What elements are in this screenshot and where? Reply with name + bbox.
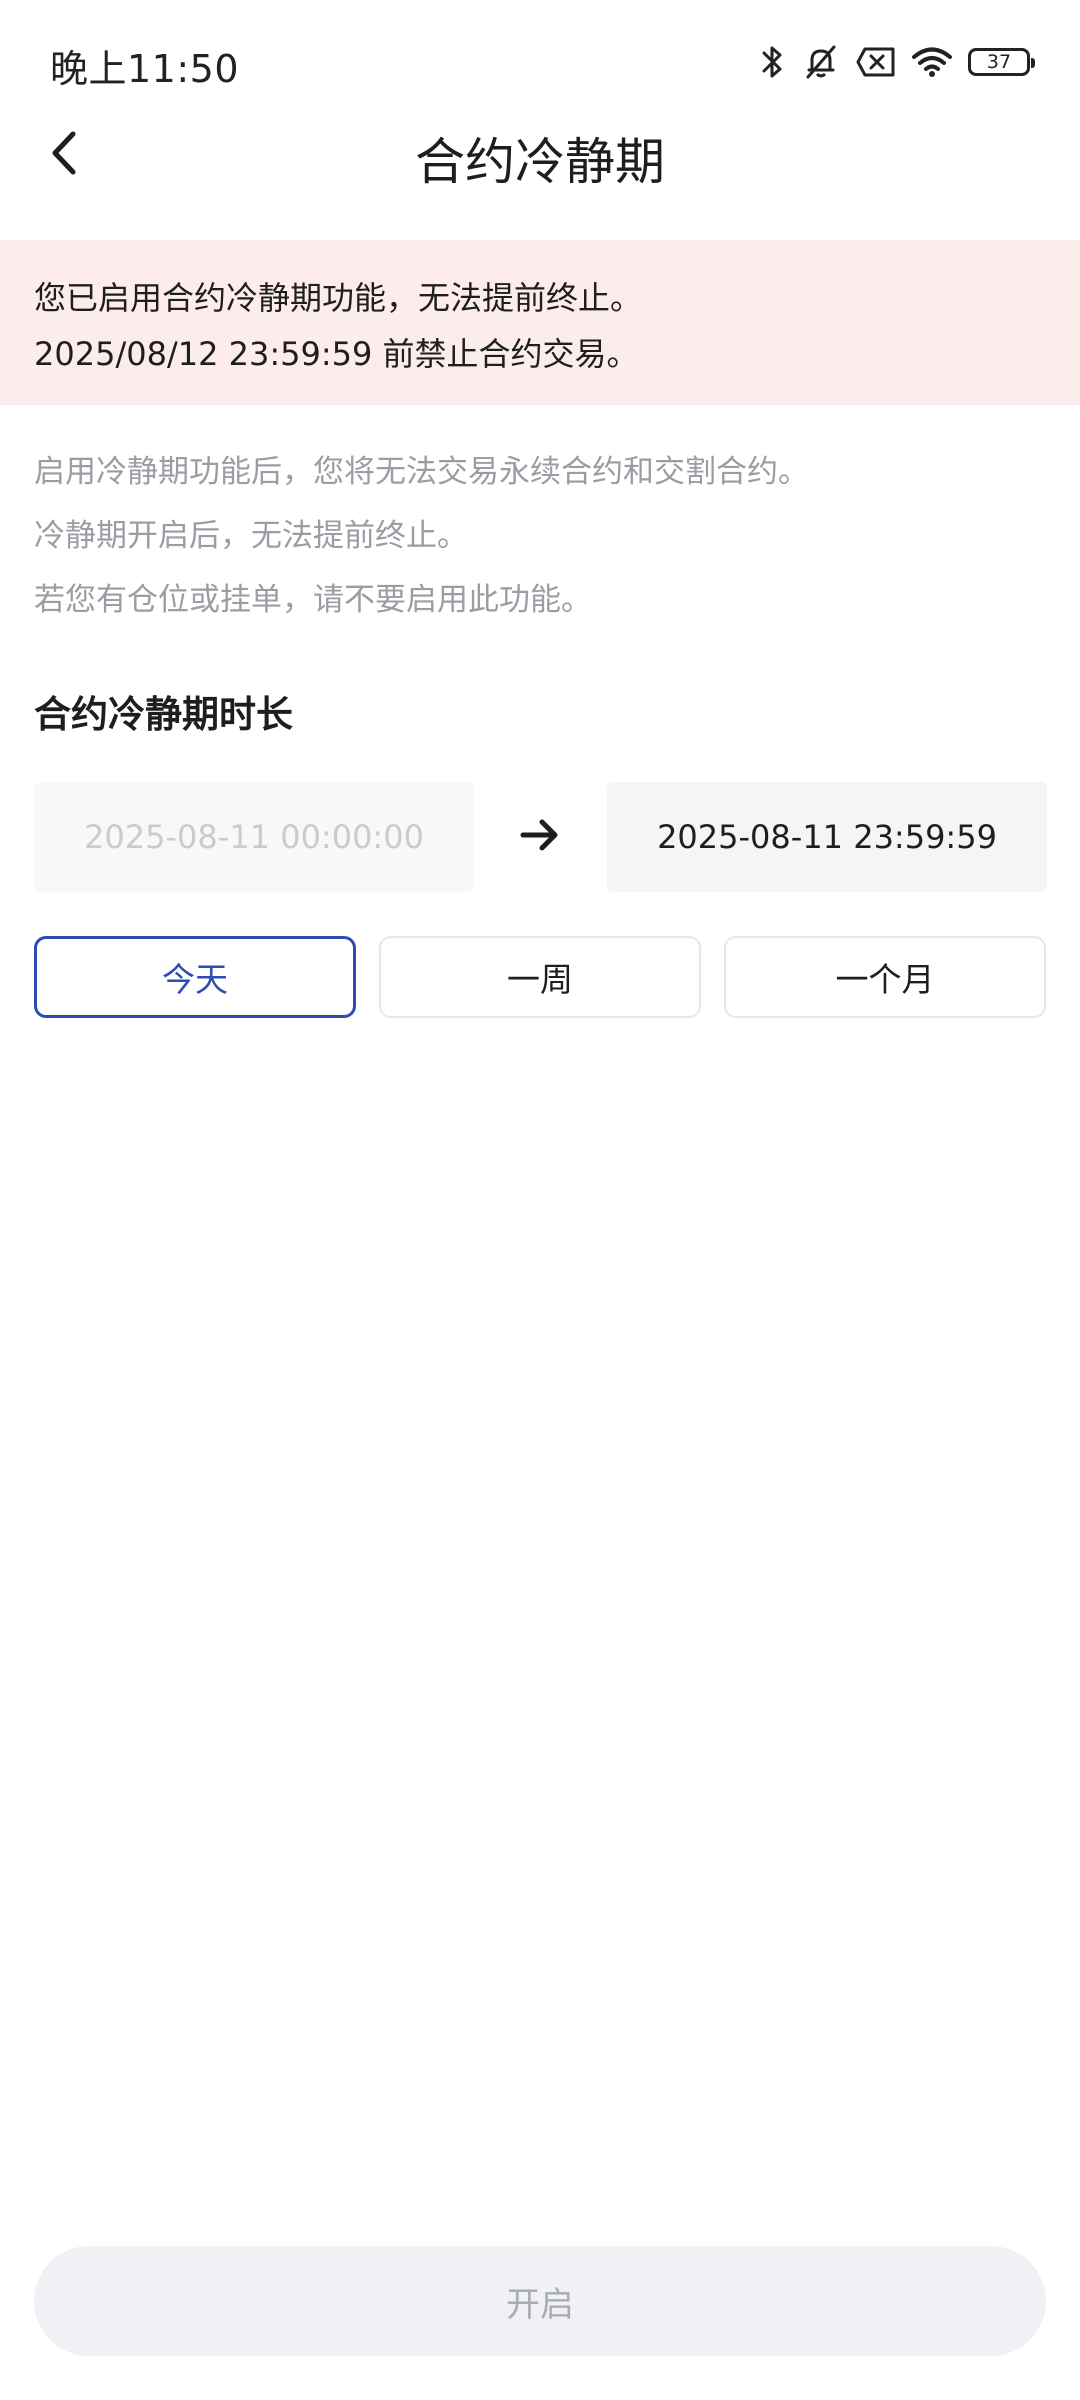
header: 合约冷静期 xyxy=(0,100,1080,210)
battery-icon: 37 xyxy=(968,48,1035,76)
period-month-button[interactable]: 一个月 xyxy=(724,936,1046,1018)
wifi-icon xyxy=(912,46,952,78)
period-today-button[interactable]: 今天 xyxy=(34,936,356,1018)
duration-title: 合约冷静期时长 xyxy=(34,693,293,736)
description-line: 冷静期开启后，无法提前终止。 xyxy=(34,518,468,554)
status-time: 晚上11:50 xyxy=(50,47,240,91)
warning-banner: 您已启用合约冷静期功能，无法提前终止。 2025/08/12 23:59:59 … xyxy=(0,240,1080,405)
description-line: 启用冷静期功能后，您将无法交易永续合约和交割合约。 xyxy=(34,454,809,490)
status-icons: 37 xyxy=(760,40,1035,84)
enable-button[interactable]: 开启 xyxy=(34,2246,1046,2356)
page-title: 合约冷静期 xyxy=(415,133,665,191)
end-date-field[interactable]: 2025-08-11 23:59:59 xyxy=(607,782,1047,892)
arrow-right-icon xyxy=(510,805,570,865)
warning-text: 您已启用合约冷静期功能，无法提前终止。 xyxy=(34,279,643,317)
start-date-field: 2025-08-11 00:00:00 xyxy=(34,782,474,892)
period-week-button[interactable]: 一周 xyxy=(379,936,701,1018)
description: 启用冷静期功能后，您将无法交易永续合约和交割合约。 冷静期开启后，无法提前终止。… xyxy=(34,440,1034,632)
sim-off-icon xyxy=(856,46,896,78)
bluetooth-icon xyxy=(760,43,786,81)
battery-level: 37 xyxy=(986,51,1012,73)
bell-muted-icon xyxy=(802,43,840,81)
description-line: 若您有仓位或挂单，请不要启用此功能。 xyxy=(34,582,592,618)
warning-deadline: 2025/08/12 23:59:59 前禁止合约交易。 xyxy=(34,335,639,373)
